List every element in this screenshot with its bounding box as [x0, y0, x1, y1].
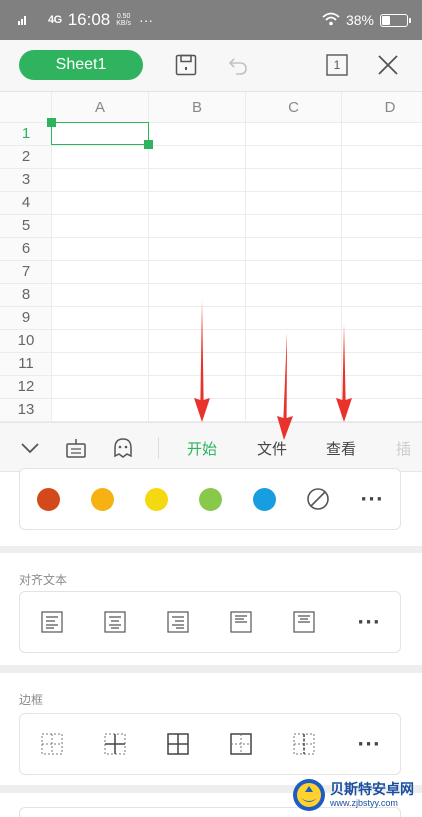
more-border-label: ···	[357, 733, 381, 755]
sheet-name-button[interactable]: Sheet1	[19, 50, 143, 80]
border-section-title: 边框	[19, 693, 44, 707]
row-header-10[interactable]: 10	[0, 329, 52, 352]
border-all-icon[interactable]	[158, 714, 198, 774]
color-swatch-yellow[interactable]	[136, 469, 176, 529]
speed-unit: KB/s	[116, 20, 132, 27]
color-swatch-orange[interactable]	[82, 469, 122, 529]
more-colors-label: ···	[360, 488, 384, 510]
align-center-icon[interactable]	[95, 592, 135, 652]
row-header-5[interactable]: 5	[0, 214, 52, 237]
more-colors-button[interactable]: ···	[352, 469, 392, 529]
column-header-d[interactable]: D	[342, 92, 422, 122]
row-header-1[interactable]: 1	[0, 122, 52, 145]
battery-level	[382, 15, 391, 25]
column-header-a[interactable]: A	[52, 92, 148, 122]
battery-percent: 38%	[345, 12, 374, 28]
border-outer-icon[interactable]	[221, 714, 261, 774]
row-header-12[interactable]: 12	[0, 375, 52, 398]
swatch-1	[90, 487, 114, 511]
row-header-2[interactable]: 2	[0, 145, 52, 168]
no-color-icon[interactable]	[298, 469, 338, 529]
ribbon-tab-bar: 开始 文件 查看 插	[0, 422, 422, 472]
notification-dots: ···	[139, 12, 154, 28]
align-top-left-icon[interactable]	[221, 592, 261, 652]
color-swatch-red[interactable]	[28, 469, 68, 529]
row-header-8[interactable]: 8	[0, 283, 52, 306]
speed-value: 0.50	[116, 13, 131, 20]
fill-color-card: ···	[19, 468, 401, 530]
column-header-b[interactable]: B	[149, 92, 245, 122]
column-header-c[interactable]: C	[246, 92, 341, 122]
red-arrow-view	[336, 324, 352, 422]
keyboard-icon[interactable]	[64, 436, 88, 460]
fill-color-section: ···	[0, 468, 422, 546]
border-dashed-icon[interactable]	[284, 714, 324, 774]
clock: 16:08	[67, 10, 111, 29]
border-card: ···	[19, 713, 401, 775]
watermark-logo-icon	[293, 779, 325, 811]
red-arrow-home	[194, 300, 210, 422]
sheet-toolbar: Sheet1 1	[0, 40, 422, 92]
more-align-button[interactable]: ···	[349, 592, 389, 652]
row-header-9[interactable]: 9	[0, 306, 52, 329]
red-arrow-file	[277, 332, 293, 440]
sheet-count-button[interactable]: 1	[324, 52, 350, 78]
swatch-2	[144, 487, 168, 511]
site-watermark: 贝斯特安卓网 www.zjbstyy.com	[292, 776, 420, 814]
color-swatch-green[interactable]	[190, 469, 230, 529]
selection-handle-bottom[interactable]	[144, 140, 153, 149]
battery-icon	[380, 13, 411, 27]
border-section: 边框 ···	[0, 673, 422, 785]
tab-separator	[158, 437, 159, 459]
row-header-13[interactable]: 13	[0, 398, 52, 421]
network-speed: 0.50 KB/s	[116, 13, 131, 27]
chevron-down-icon[interactable]	[18, 436, 42, 460]
more-align-label: ···	[357, 611, 381, 633]
signal-icon	[18, 13, 42, 28]
align-card: ···	[19, 591, 401, 653]
swatch-4	[252, 487, 276, 511]
border-none-icon[interactable]	[32, 714, 72, 774]
row-header-3[interactable]: 3	[0, 168, 52, 191]
align-left-icon[interactable]	[32, 592, 72, 652]
wifi-icon	[322, 12, 340, 29]
save-icon[interactable]	[173, 52, 199, 78]
border-inner-icon[interactable]	[95, 714, 135, 774]
row-header-6[interactable]: 6	[0, 237, 52, 260]
status-bar: 4G 16:08 0.50 KB/s ··· 38%	[0, 0, 422, 40]
undo-icon[interactable]	[225, 52, 251, 78]
close-icon[interactable]	[375, 52, 401, 78]
tab-home[interactable]: 开始	[187, 423, 217, 473]
sheet-count: 1	[333, 58, 341, 72]
align-section-title: 对齐文本	[19, 573, 68, 587]
assistant-icon[interactable]	[111, 436, 135, 460]
align-right-icon[interactable]	[158, 592, 198, 652]
watermark-name: 贝斯特安卓网	[330, 781, 414, 798]
align-text-section: 对齐文本 ···	[0, 553, 422, 665]
tab-insert[interactable]: 插	[396, 423, 422, 473]
selected-cell[interactable]	[51, 122, 149, 145]
watermark-url: www.zjbstyy.com	[330, 797, 398, 808]
row-header-7[interactable]: 7	[0, 260, 52, 283]
selection-handle-top[interactable]	[47, 118, 56, 127]
swatch-3	[198, 487, 222, 511]
swatch-0	[36, 487, 60, 511]
align-middle-icon[interactable]	[284, 592, 324, 652]
row-header-4[interactable]: 4	[0, 191, 52, 214]
more-border-button[interactable]: ···	[349, 714, 389, 774]
network-type: 4G	[48, 14, 62, 26]
tab-view[interactable]: 查看	[326, 423, 356, 473]
color-swatch-blue[interactable]	[244, 469, 284, 529]
row-header-11[interactable]: 11	[0, 352, 52, 375]
ribbon-panel: ··· 对齐文本 ··· 边框 ···	[0, 468, 422, 817]
